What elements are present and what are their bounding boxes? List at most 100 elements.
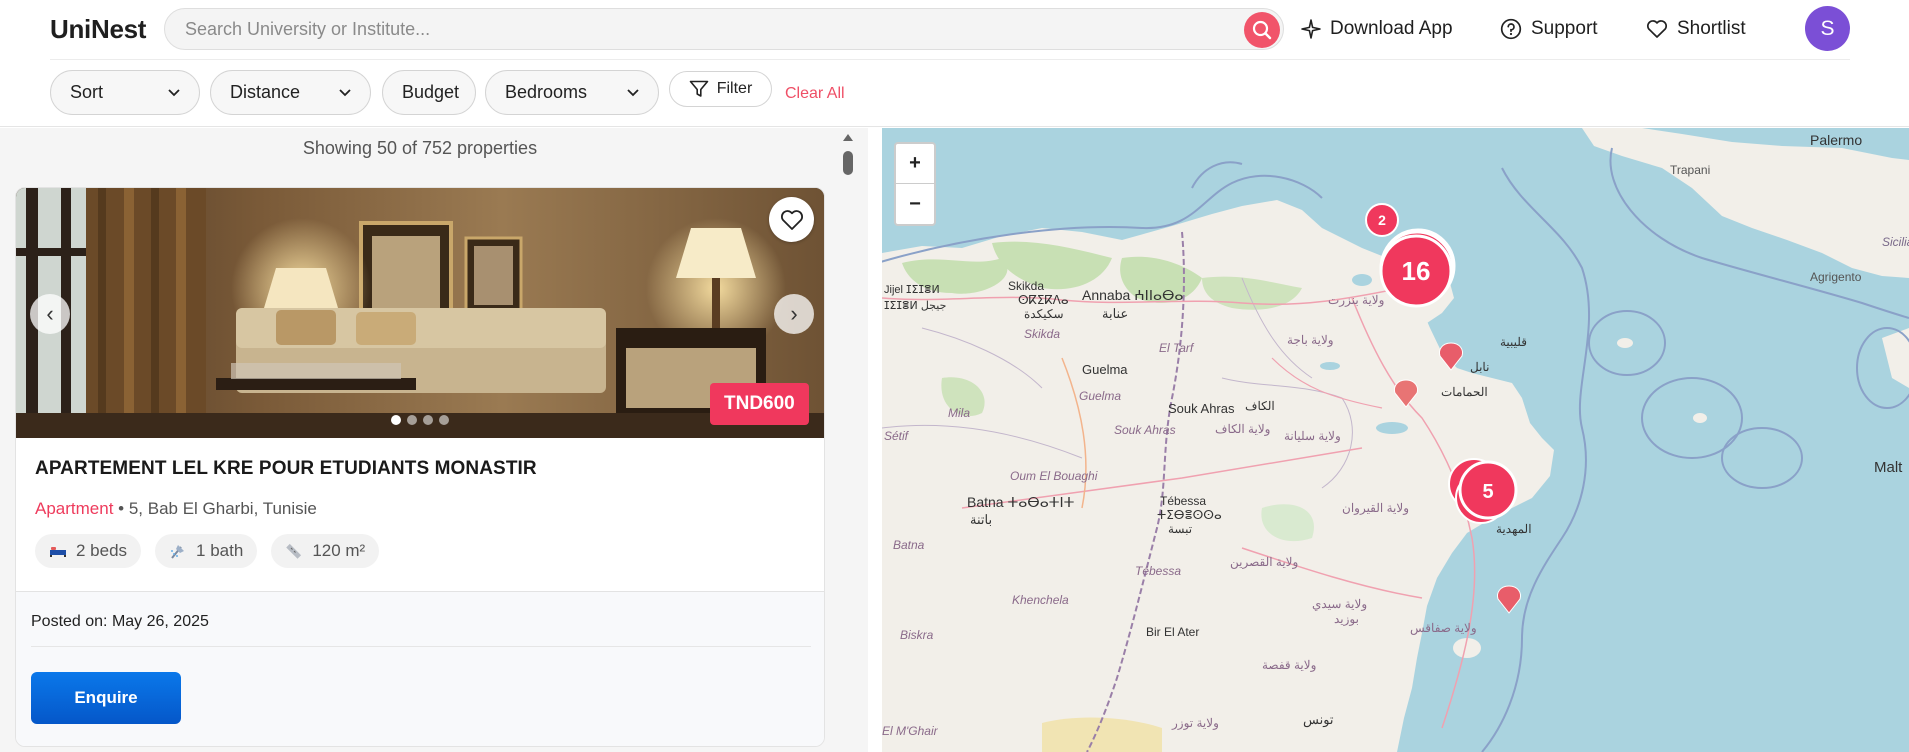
prev-photo-button[interactable]: ‹ [30, 294, 70, 334]
svg-text:ولاية بنزرت: ولاية بنزرت [1328, 293, 1384, 307]
svg-text:Skikda: Skikda [1008, 279, 1044, 293]
map-cluster-small[interactable]: 2 [1365, 203, 1399, 237]
svg-text:Tébessa: Tébessa [1135, 564, 1181, 578]
shortlist-link[interactable]: Shortlist [1646, 16, 1746, 42]
shower-icon [171, 545, 185, 559]
zoom-in-button[interactable]: + [896, 144, 934, 184]
top-header: UniNest Download App Support Shortlist S… [0, 0, 1909, 127]
svg-text:Annaba ⵄⵏⵏⴰⴱⴰ: Annaba ⵄⵏⵏⴰⴱⴰ [1082, 287, 1183, 303]
property-card[interactable]: ‹ › TND600 APARTEMENT LEL KRE POUR ETUDI… [15, 187, 825, 747]
property-photo[interactable]: ‹ › TND600 [16, 188, 824, 438]
search-button[interactable] [1244, 12, 1280, 48]
shortlist-label: Shortlist [1677, 18, 1746, 39]
svg-text:Oum El Bouaghi: Oum El Bouaghi [1010, 469, 1098, 483]
map-pin[interactable] [1497, 585, 1521, 614]
svg-text:ولاية صفاقس: ولاية صفاقس [1410, 621, 1477, 635]
svg-text:عنابة: عنابة [1102, 306, 1128, 321]
property-meta: Apartment • 5, Bab El Gharbi, Tunisie [35, 499, 317, 519]
bedrooms-dropdown[interactable]: Bedrooms [485, 70, 659, 115]
svg-text:Guelma: Guelma [1082, 362, 1128, 377]
svg-text:ⵙⴽⵉⴽⴷⴰ: ⵙⴽⵉⴽⴷⴰ [1018, 293, 1069, 307]
svg-text:نابل: نابل [1470, 360, 1489, 374]
svg-text:الحمامات: الحمامات [1441, 385, 1488, 399]
svg-text:Malt: Malt [1874, 459, 1903, 476]
price-badge: TND600 [710, 383, 809, 425]
search-input[interactable] [185, 9, 1225, 49]
beds-label: 2 beds [76, 541, 128, 560]
svg-text:Bir El Ater: Bir El Ater [1146, 625, 1199, 639]
cluster-count-medium: 5 [1482, 481, 1493, 503]
user-avatar[interactable]: S [1805, 6, 1850, 51]
next-photo-button[interactable]: › [774, 294, 814, 334]
svg-text:Tébessa: Tébessa [1160, 494, 1206, 508]
photo-dots [391, 415, 449, 425]
svg-text:ⵜⵉⴱⴻⵙⵙⴰ: ⵜⵉⴱⴻⵙⵙⴰ [1157, 508, 1222, 522]
svg-text:المهدية: المهدية [1496, 522, 1532, 536]
svg-text:Trapani: Trapani [1670, 163, 1710, 177]
chevron-left-icon: ‹ [46, 301, 54, 326]
svg-text:ولاية قفصة: ولاية قفصة [1262, 658, 1316, 672]
scroll-thumb[interactable] [843, 151, 853, 175]
svg-text:El Tarf: El Tarf [1159, 341, 1195, 355]
svg-text:Jijel ⵊⵉⵊⴻⵍ: Jijel ⵊⵉⵊⴻⵍ [884, 284, 940, 296]
posted-date: Posted on: May 26, 2025 [31, 613, 209, 630]
area-feature: 120 m² [271, 534, 380, 568]
baths-label: 1 bath [196, 541, 244, 560]
map-view[interactable]: Palermo Trapani Sicilia Agrigento Malt S… [882, 128, 1909, 752]
property-address: • 5, Bab El Gharbi, Tunisie [113, 499, 317, 518]
svg-text:Sicilia: Sicilia [1882, 235, 1909, 249]
distance-label: Distance [230, 82, 301, 102]
support-link[interactable]: Support [1500, 16, 1598, 42]
svg-text:Batna ⵜⴰⴱⴰⵜⵏⵜ: Batna ⵜⴰⴱⴰⵜⵏⵜ [967, 494, 1075, 510]
map-tiles: Palermo Trapani Sicilia Agrigento Malt S… [882, 128, 1909, 752]
clear-all-link[interactable]: Clear All [785, 85, 845, 103]
scrollbar[interactable] [842, 134, 854, 752]
svg-text:باتنة: باتنة [970, 512, 992, 527]
enquire-button[interactable]: Enquire [31, 672, 181, 724]
photo-dot[interactable] [391, 415, 401, 425]
scroll-up-arrow[interactable] [843, 134, 853, 141]
budget-dropdown[interactable]: Budget [382, 70, 476, 115]
sort-dropdown[interactable]: Sort [50, 70, 200, 115]
svg-text:ولاية القيروان: ولاية القيروان [1342, 501, 1409, 515]
ruler-icon [286, 543, 302, 559]
svg-text:Skikda: Skikda [1024, 327, 1060, 341]
filter-button[interactable]: Filter [669, 71, 772, 107]
svg-text:Biskra: Biskra [900, 628, 934, 642]
help-circle-icon [1500, 18, 1522, 40]
svg-text:Guelma: Guelma [1079, 389, 1121, 403]
favorite-button[interactable] [769, 197, 814, 242]
results-count: Showing 50 of 752 properties [302, 138, 538, 158]
chevron-down-icon [168, 88, 180, 96]
logo[interactable]: UniNest [50, 14, 146, 45]
download-app-link[interactable]: Download App [1301, 16, 1453, 42]
svg-text:Souk Ahras: Souk Ahras [1168, 401, 1235, 416]
property-title[interactable]: APARTEMENT LEL KRE POUR ETUDIANTS MONAST… [35, 458, 537, 480]
card-footer: Posted on: May 26, 2025 Enquire [16, 592, 824, 746]
photo-dot[interactable] [439, 415, 449, 425]
svg-text:ولاية سليانة: ولاية سليانة [1284, 429, 1341, 443]
photo-dot[interactable] [423, 415, 433, 425]
room-photo-image [16, 188, 824, 438]
sort-label: Sort [70, 82, 104, 102]
svg-text:قليبية: قليبية [1500, 335, 1527, 349]
header-divider [50, 59, 1850, 60]
svg-text:ولاية الكاف: ولاية الكاف [1215, 422, 1270, 436]
svg-text:Mila: Mila [948, 406, 970, 420]
beds-feature: 2 beds [35, 534, 142, 568]
zoom-out-button[interactable]: − [896, 184, 934, 224]
heart-icon [1646, 20, 1668, 38]
support-label: Support [1531, 18, 1598, 39]
svg-text:Palermo: Palermo [1810, 132, 1862, 148]
chevron-down-icon [339, 88, 351, 96]
bed-icon [50, 547, 66, 557]
distance-dropdown[interactable]: Distance [210, 70, 371, 115]
svg-text:تونس: تونس [1303, 712, 1334, 728]
svg-text:ولاية سيدي: ولاية سيدي [1312, 597, 1367, 611]
filter-label: Filter [716, 80, 753, 97]
map-cluster-large[interactable]: 16 [1379, 228, 1456, 308]
photo-dot[interactable] [407, 415, 417, 425]
property-features: 2 beds 1 bath 120 m² [35, 534, 380, 568]
svg-text:Sétif: Sétif [884, 429, 910, 443]
svg-text:بوزيد: بوزيد [1334, 612, 1359, 626]
